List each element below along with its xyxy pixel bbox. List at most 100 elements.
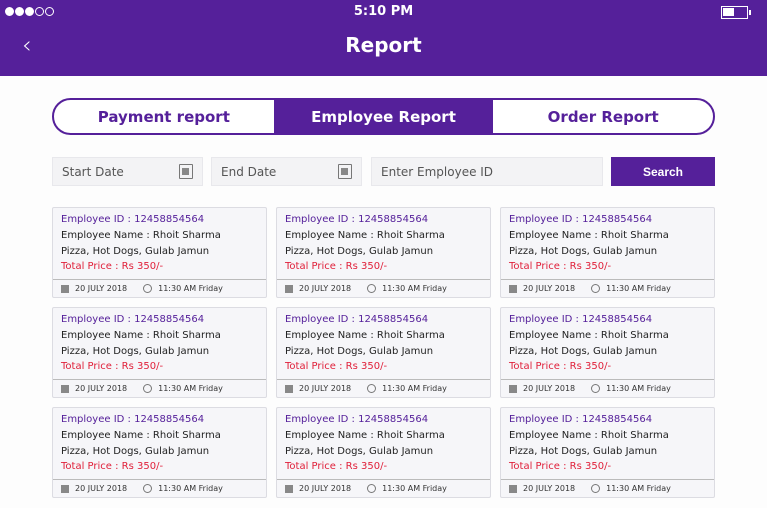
tab-employee-report[interactable]: Employee Report: [273, 100, 494, 133]
clock-icon: [591, 284, 601, 293]
total-price: Total Price : Rs 350/-: [61, 461, 164, 472]
report-card[interactable]: Employee ID : 12458854564 Employee Name …: [500, 207, 715, 298]
page-title: Report: [345, 33, 422, 57]
clock-icon: [143, 284, 153, 293]
total-price: Total Price : Rs 350/-: [509, 461, 612, 472]
card-footer: 20 JULY 2018 11:30 AM Friday: [501, 379, 714, 397]
order-items: Pizza, Hot Dogs, Gulab Jamun: [285, 346, 434, 357]
order-time: 11:30 AM Friday: [606, 284, 671, 293]
order-items: Pizza, Hot Dogs, Gulab Jamun: [285, 246, 434, 257]
calendar-icon: [285, 484, 293, 493]
report-card[interactable]: Employee ID : 12458854564 Employee Name …: [52, 407, 267, 498]
card-footer: 20 JULY 2018 11:30 AM Friday: [501, 279, 714, 297]
employee-name: Employee Name : Rhoit Sharma: [509, 330, 669, 341]
employee-id: Employee ID : 12458854564: [509, 214, 653, 225]
report-card[interactable]: Employee ID : 12458854564 Employee Name …: [52, 307, 267, 398]
order-date: 20 JULY 2018: [299, 384, 352, 393]
order-date: 20 JULY 2018: [299, 284, 352, 293]
total-price: Total Price : Rs 350/-: [285, 361, 388, 372]
order-time: 11:30 AM Friday: [382, 284, 447, 293]
employee-name: Employee Name : Rhoit Sharma: [61, 230, 221, 241]
order-time: 11:30 AM Friday: [158, 284, 223, 293]
order-date: 20 JULY 2018: [523, 284, 576, 293]
order-items: Pizza, Hot Dogs, Gulab Jamun: [509, 246, 658, 257]
order-items: Pizza, Hot Dogs, Gulab Jamun: [285, 446, 434, 457]
order-time: 11:30 AM Friday: [382, 484, 447, 493]
clock-icon: [143, 484, 153, 493]
card-footer: 20 JULY 2018 11:30 AM Friday: [501, 479, 714, 497]
battery-icon: [721, 6, 751, 19]
calendar-icon: [61, 384, 69, 393]
report-card[interactable]: Employee ID : 12458854564 Employee Name …: [500, 407, 715, 498]
employee-id: Employee ID : 12458854564: [61, 314, 205, 325]
calendar-icon: [509, 484, 517, 493]
order-time: 11:30 AM Friday: [158, 484, 223, 493]
calendar-icon[interactable]: [179, 164, 193, 179]
total-price: Total Price : Rs 350/-: [285, 461, 388, 472]
report-card[interactable]: Employee ID : 12458854564 Employee Name …: [52, 207, 267, 298]
order-time: 11:30 AM Friday: [158, 384, 223, 393]
total-price: Total Price : Rs 350/-: [61, 361, 164, 372]
calendar-icon: [509, 284, 517, 293]
card-footer: 20 JULY 2018 11:30 AM Friday: [277, 279, 490, 297]
search-button[interactable]: Search: [611, 157, 715, 186]
calendar-icon: [509, 384, 517, 393]
order-date: 20 JULY 2018: [299, 484, 352, 493]
employee-id: Employee ID : 12458854564: [509, 414, 653, 425]
employee-id-input[interactable]: [381, 164, 602, 179]
order-items: Pizza, Hot Dogs, Gulab Jamun: [509, 346, 658, 357]
employee-name: Employee Name : Rhoit Sharma: [285, 230, 445, 241]
employee-name: Employee Name : Rhoit Sharma: [509, 430, 669, 441]
clock-icon: [367, 284, 377, 293]
card-footer: 20 JULY 2018 11:30 AM Friday: [277, 379, 490, 397]
employee-name: Employee Name : Rhoit Sharma: [61, 330, 221, 341]
order-items: Pizza, Hot Dogs, Gulab Jamun: [61, 246, 210, 257]
total-price: Total Price : Rs 350/-: [61, 261, 164, 272]
total-price: Total Price : Rs 350/-: [285, 261, 388, 272]
order-date: 20 JULY 2018: [75, 484, 128, 493]
order-time: 11:30 AM Friday: [606, 484, 671, 493]
card-footer: 20 JULY 2018 11:30 AM Friday: [277, 479, 490, 497]
clock-icon: [367, 384, 377, 393]
card-footer: 20 JULY 2018 11:30 AM Friday: [53, 379, 266, 397]
clock-icon: [591, 484, 601, 493]
start-date-field[interactable]: [52, 157, 203, 186]
card-footer: 20 JULY 2018 11:30 AM Friday: [53, 279, 266, 297]
report-card[interactable]: Employee ID : 12458854564 Employee Name …: [276, 207, 491, 298]
calendar-icon[interactable]: [338, 164, 352, 179]
employee-id: Employee ID : 12458854564: [285, 414, 429, 425]
order-items: Pizza, Hot Dogs, Gulab Jamun: [61, 346, 210, 357]
status-time: 5:10 PM: [353, 4, 414, 19]
calendar-icon: [61, 284, 69, 293]
order-time: 11:30 AM Friday: [606, 384, 671, 393]
report-tabs: Payment report Employee Report Order Rep…: [52, 98, 715, 135]
clock-icon: [367, 484, 377, 493]
total-price: Total Price : Rs 350/-: [509, 361, 612, 372]
app-header: 5:10 PM ‹ Report: [0, 0, 767, 76]
tab-order-report[interactable]: Order Report: [493, 100, 713, 133]
employee-id-field[interactable]: [371, 157, 603, 186]
employee-id: Employee ID : 12458854564: [285, 214, 429, 225]
employee-report-list: Employee ID : 12458854564 Employee Name …: [52, 207, 715, 498]
clock-icon: [143, 384, 153, 393]
clock-icon: [591, 384, 601, 393]
report-card[interactable]: Employee ID : 12458854564 Employee Name …: [276, 407, 491, 498]
employee-name: Employee Name : Rhoit Sharma: [285, 430, 445, 441]
order-time: 11:30 AM Friday: [382, 384, 447, 393]
order-date: 20 JULY 2018: [75, 384, 128, 393]
tab-payment-report[interactable]: Payment report: [54, 100, 274, 133]
calendar-icon: [61, 484, 69, 493]
report-card[interactable]: Employee ID : 12458854564 Employee Name …: [276, 307, 491, 398]
employee-name: Employee Name : Rhoit Sharma: [285, 330, 445, 341]
order-items: Pizza, Hot Dogs, Gulab Jamun: [509, 446, 658, 457]
order-items: Pizza, Hot Dogs, Gulab Jamun: [61, 446, 210, 457]
employee-id: Employee ID : 12458854564: [509, 314, 653, 325]
total-price: Total Price : Rs 350/-: [509, 261, 612, 272]
order-date: 20 JULY 2018: [523, 484, 576, 493]
report-card[interactable]: Employee ID : 12458854564 Employee Name …: [500, 307, 715, 398]
employee-id: Employee ID : 12458854564: [285, 314, 429, 325]
end-date-field[interactable]: [211, 157, 362, 186]
calendar-icon: [285, 384, 293, 393]
employee-id: Employee ID : 12458854564: [61, 414, 205, 425]
employee-id: Employee ID : 12458854564: [61, 214, 205, 225]
